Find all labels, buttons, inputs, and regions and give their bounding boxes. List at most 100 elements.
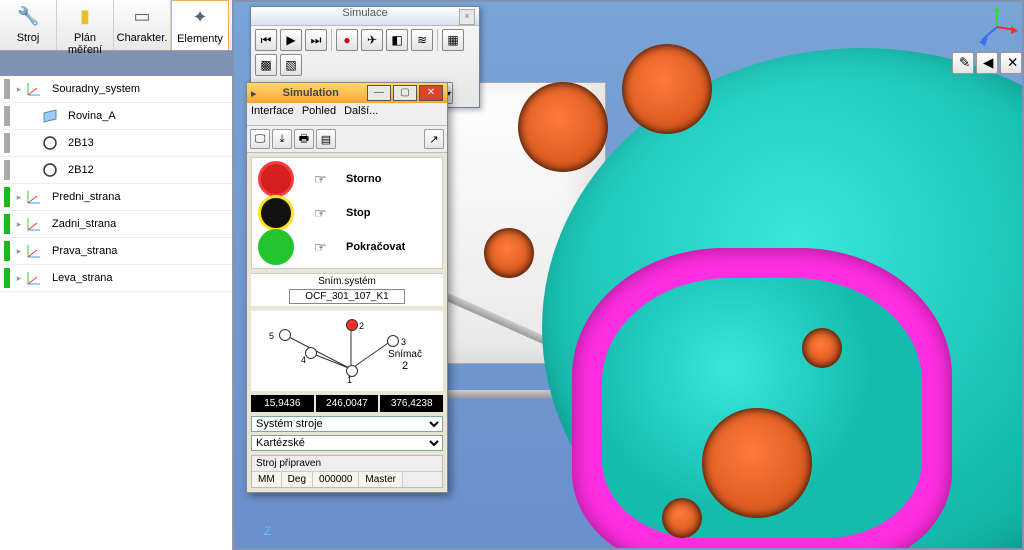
tab-label: Plán měření: [57, 32, 113, 56]
close-icon[interactable]: ✕: [419, 85, 443, 101]
status-cell[interactable]: Deg: [282, 472, 313, 487]
tool-display-icon[interactable]: 🖵: [250, 129, 270, 149]
light-row-pokračovat: ☞ Pokračovat: [256, 230, 438, 264]
tree-item-predni_strana[interactable]: ▸Predni_strana: [0, 184, 232, 211]
expand-icon[interactable]: ▸: [14, 246, 24, 257]
part-boss: [518, 82, 608, 172]
ribbon-tab-charakter.[interactable]: ▭Charakter.: [114, 0, 171, 50]
maximize-icon[interactable]: ▢: [393, 85, 417, 101]
stylus-field[interactable]: 2: [369, 360, 441, 372]
stylus-node-2-active[interactable]: [346, 319, 358, 331]
sim-probe-icon[interactable]: ✈: [361, 29, 383, 51]
light-row-storno: ☞ Storno: [256, 162, 438, 196]
tool-doc-icon[interactable]: ▤: [316, 129, 336, 149]
tool-pencil-icon[interactable]: ✎: [952, 52, 974, 74]
part-flange: [572, 248, 952, 548]
charakter.-icon: ▭: [131, 2, 153, 30]
status-cell[interactable]: Master: [359, 472, 403, 487]
axes-icon: [24, 268, 44, 288]
plán měření-icon: ▮: [74, 2, 96, 30]
part-flange-inner: [602, 278, 922, 538]
tool-edit-icon[interactable]: ↗: [424, 129, 444, 149]
sim-point-icon[interactable]: ◧: [386, 29, 408, 51]
circle-icon: [40, 160, 60, 180]
expand-icon[interactable]: ▸: [14, 84, 24, 95]
status-cell[interactable]: MM: [252, 472, 282, 487]
sim-play-icon[interactable]: ▶: [280, 29, 302, 51]
menu-další...[interactable]: Další...: [344, 105, 378, 117]
center-bore: [702, 408, 812, 518]
expand-icon[interactable]: ▸: [14, 273, 24, 284]
tree-item-leva_strana[interactable]: ▸Leva_strana: [0, 265, 232, 292]
sim-ff-icon[interactable]: ⏭: [305, 29, 327, 51]
traffic-light-stop: [258, 195, 294, 231]
tree-item-zadni_strana[interactable]: ▸Zadni_strana: [0, 211, 232, 238]
tool-back-icon[interactable]: ◀: [976, 52, 998, 74]
tree-item-label: Rovina_A: [68, 110, 116, 122]
stylus-node-3[interactable]: [387, 335, 399, 347]
close-icon[interactable]: ×: [459, 9, 475, 25]
expand-icon[interactable]: ▸: [14, 219, 24, 230]
stroj-icon: 🔧: [17, 2, 39, 30]
probe-system-field[interactable]: [289, 289, 405, 304]
sim-view1-icon[interactable]: ▦: [442, 29, 464, 51]
simulation-statusbar: Stroj připraven MMDeg000000Master: [251, 455, 443, 488]
status-tag: [4, 214, 10, 234]
axes-icon: [24, 79, 44, 99]
traffic-light-panel: ☞ Storno ☞ Stop ☞ Pokračovat: [251, 157, 443, 269]
part-boss: [484, 228, 534, 278]
axis-label-z: Z: [264, 524, 271, 538]
coord-type-select[interactable]: Kartézské: [251, 435, 443, 451]
light-label[interactable]: Pokračovat: [346, 241, 405, 253]
axes-icon: [24, 241, 44, 261]
minimize-icon[interactable]: —: [367, 85, 391, 101]
pointing-hand-icon[interactable]: ☞: [314, 205, 338, 222]
status-tag: [4, 106, 10, 126]
sim-rewind-icon[interactable]: ⏮: [255, 29, 277, 51]
ribbon-tab-plán měření[interactable]: ▮Plán měření: [57, 0, 114, 50]
simulation-title: Simulation: [257, 87, 365, 99]
tree-item-2b12[interactable]: 2B12: [0, 157, 232, 184]
sim-path-icon[interactable]: ≋: [411, 29, 433, 51]
ribbon-tab-elementy[interactable]: ✦Elementy: [171, 0, 229, 50]
elementy-icon: ✦: [189, 3, 211, 31]
tree-item-label: 2B13: [68, 137, 94, 149]
menu-pohled[interactable]: Pohled: [302, 105, 336, 117]
light-label[interactable]: Storno: [346, 173, 381, 185]
status-tag: [4, 241, 10, 261]
tool-print-icon[interactable]: 🖶: [294, 129, 314, 149]
stylus-diagram[interactable]: 1 2 3 4 5 Snímač 2: [251, 310, 443, 391]
tool-delete-icon[interactable]: ✕: [1000, 52, 1022, 74]
light-label[interactable]: Stop: [346, 207, 370, 219]
simulace-title-bar[interactable]: Simulace ×: [251, 7, 479, 26]
sim-record-icon[interactable]: ●: [336, 29, 358, 51]
simulation-window[interactable]: ▸ Simulation — ▢ ✕ Interface Pohled Další.…: [246, 82, 448, 493]
tree-item-label: 2B12: [68, 164, 94, 176]
probe-system-panel: Sním.systém: [251, 273, 443, 306]
pointing-hand-icon[interactable]: ☞: [314, 239, 338, 256]
pointing-hand-icon[interactable]: ☞: [314, 171, 338, 188]
sim-view3-icon[interactable]: ▧: [280, 54, 302, 76]
coordinate-readout: 15,9436 246,0047 376,4238: [251, 395, 443, 412]
status-cell[interactable]: 000000: [313, 472, 359, 487]
stylus-node-4[interactable]: [305, 347, 317, 359]
expand-icon[interactable]: ▸: [14, 192, 24, 203]
menu-interface[interactable]: Interface: [251, 105, 294, 117]
node-label: 3: [401, 337, 406, 347]
tool-export-icon[interactable]: ⤓: [272, 129, 292, 149]
tree-item-rovina_a[interactable]: Rovina_A: [0, 103, 232, 130]
ribbon-tab-stroj[interactable]: 🔧Stroj: [0, 0, 57, 50]
machine-system-select[interactable]: Systém stroje: [251, 416, 443, 432]
tree-item-prava_strana[interactable]: ▸Prava_strana: [0, 238, 232, 265]
tree-item-souradny_system[interactable]: ▸Souradny_system: [0, 76, 232, 103]
stylus-node-5[interactable]: [279, 329, 291, 341]
element-tree[interactable]: ▸Souradny_system Rovina_A 2B13 2B12 ▸Predni_…: [0, 76, 233, 550]
axis-gizmo[interactable]: [976, 6, 1018, 48]
sim-view2-icon[interactable]: ▩: [255, 54, 277, 76]
coord-x: 15,9436: [251, 395, 314, 412]
stylus-label: Snímač: [369, 349, 441, 360]
node-label: 4: [301, 355, 306, 365]
traffic-light-pokračovat: [258, 229, 294, 265]
simulation-title-bar[interactable]: ▸ Simulation — ▢ ✕: [247, 83, 447, 103]
tree-item-2b13[interactable]: 2B13: [0, 130, 232, 157]
